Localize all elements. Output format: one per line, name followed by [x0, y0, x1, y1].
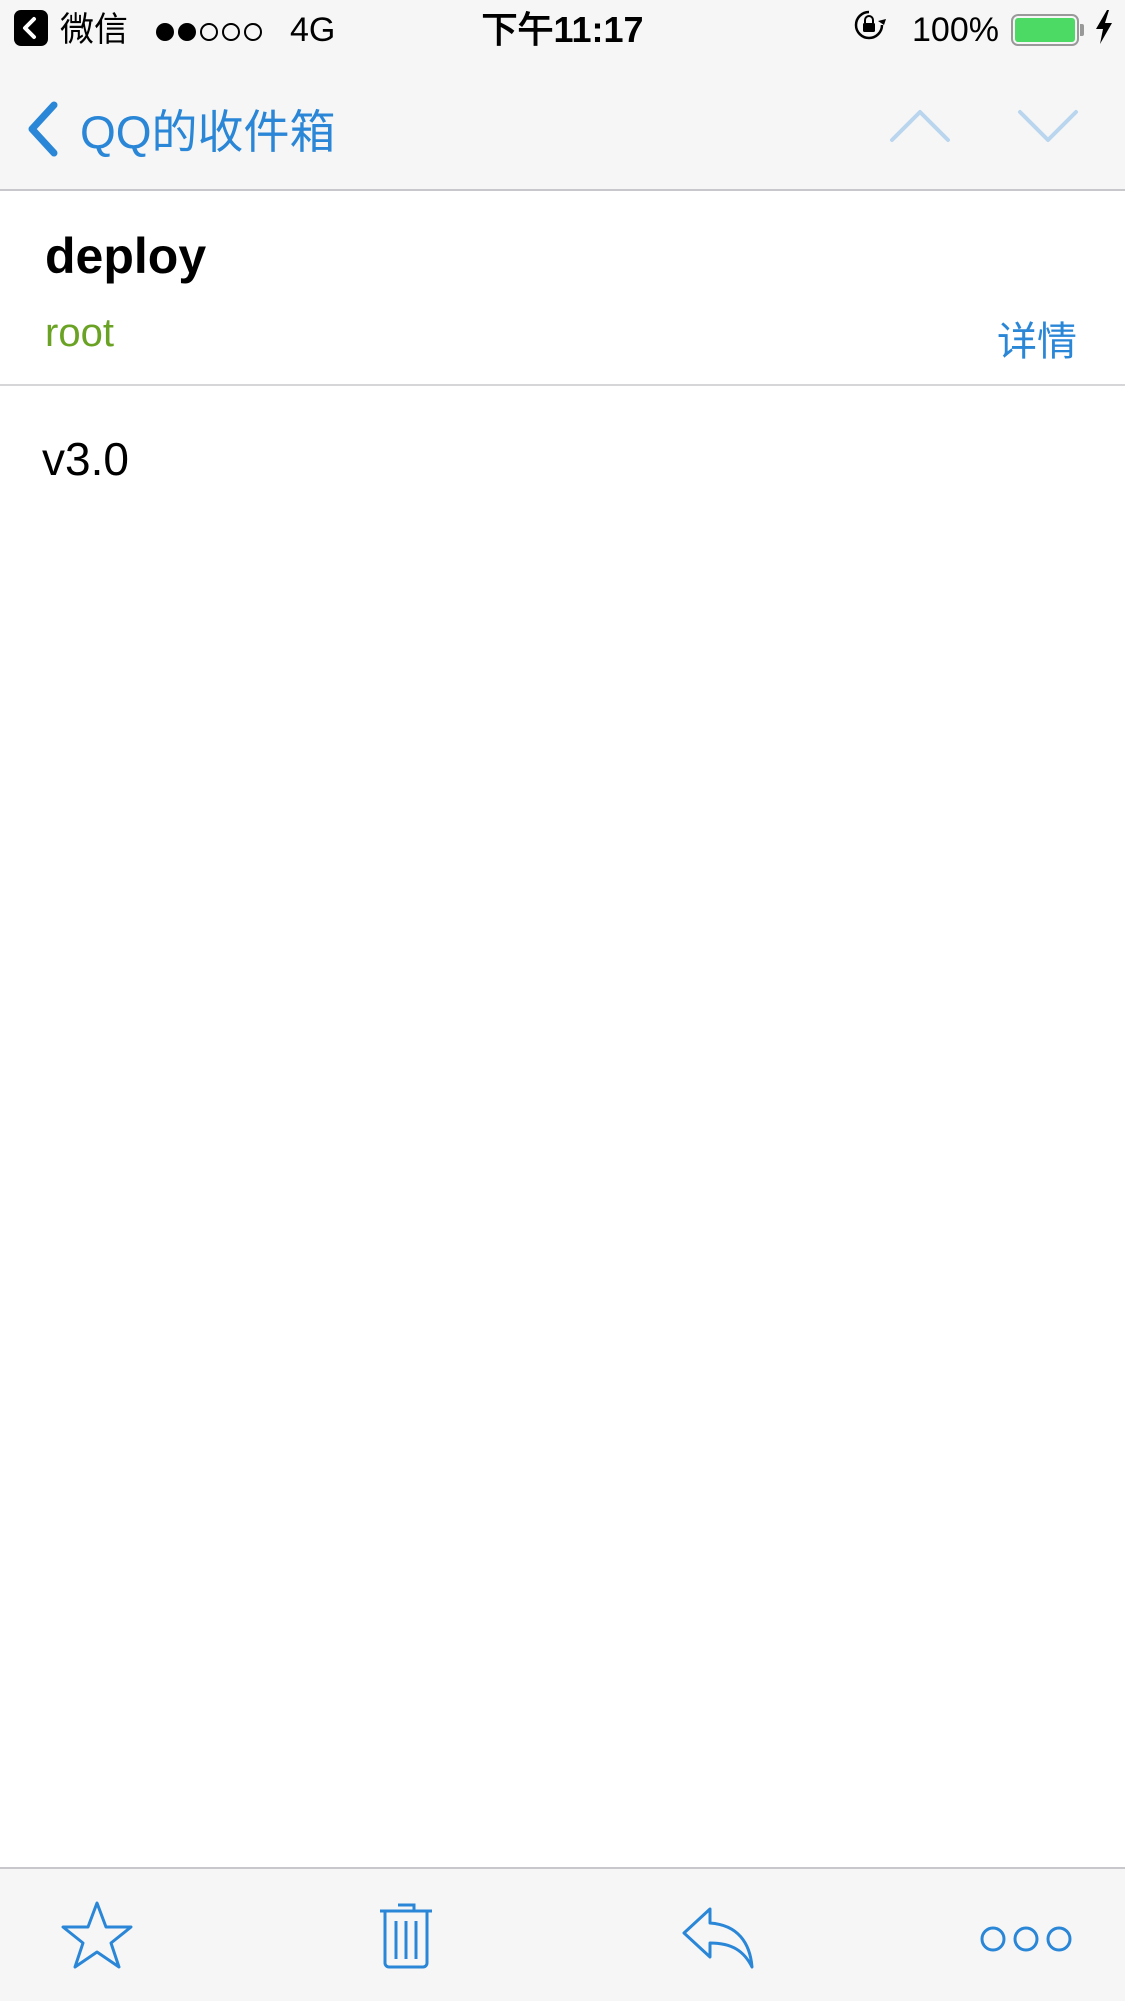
next-mail-chevron-down-icon[interactable] [1016, 100, 1080, 150]
star-icon[interactable] [60, 1899, 134, 1971]
reply-icon[interactable] [680, 1905, 756, 1969]
orientation-lock-icon [852, 8, 886, 53]
battery-percent: 100% [912, 11, 999, 49]
battery-tip [1080, 24, 1084, 36]
mail-body: v3.0 [42, 433, 129, 485]
trash-icon[interactable] [378, 1899, 434, 1969]
charging-icon [1093, 8, 1115, 57]
chevron-left-icon [28, 101, 58, 157]
mail-sender[interactable]: root [45, 311, 114, 356]
mail-subject: deploy [45, 228, 207, 284]
back-button[interactable]: QQ的收件箱 [22, 96, 336, 162]
status-bar: 微信 4G 下午11:17 100% [0, 0, 1125, 60]
battery-fill [1015, 18, 1075, 42]
details-link[interactable]: 详情 [997, 309, 1077, 367]
mail-detail-screen: 微信 4G 下午11:17 100% QQ的收件箱 deploy root 详情… [0, 0, 1125, 2001]
mail-header: deploy root 详情 [0, 191, 1125, 386]
navigation-bar: QQ的收件箱 [0, 60, 1125, 191]
previous-mail-chevron-up-icon[interactable] [888, 100, 952, 150]
battery-icon [1011, 14, 1079, 46]
bottom-toolbar [0, 1867, 1125, 2001]
more-icon[interactable] [980, 1924, 1072, 1954]
back-button-label: QQ的收件箱 [80, 106, 336, 158]
